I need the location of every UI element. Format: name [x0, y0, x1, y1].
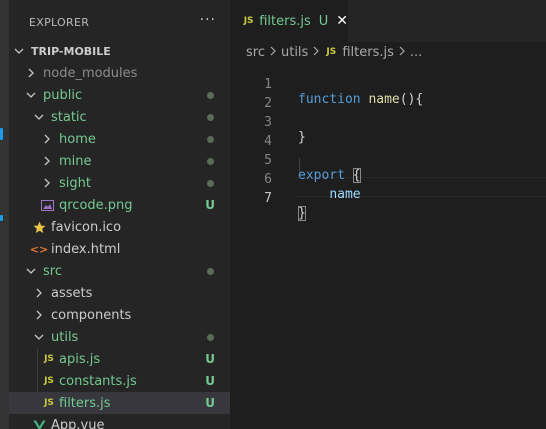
code-line[interactable]: 2 [230, 81, 546, 111]
tree-item-src[interactable]: src [9, 260, 230, 282]
tree-item-label: assets [51, 285, 93, 301]
js-file-icon: JS [44, 376, 54, 386]
tree-item-label: apis.js [59, 351, 101, 367]
tree-item-label: src [43, 263, 62, 279]
line-number: 7 [264, 191, 272, 206]
editor-area: JS filters.js U ✕ src utils JS filters.j… [230, 0, 546, 429]
tree-item-label: static [51, 109, 87, 125]
js-file-icon: JS [44, 354, 54, 364]
code-line[interactable]: 7 } [230, 176, 546, 221]
tree-item-public[interactable]: public [9, 84, 230, 106]
breadcrumb-item[interactable]: utils [281, 45, 308, 60]
code-line[interactable]: 4 [230, 119, 546, 149]
chevron-down-icon [13, 46, 25, 56]
tree-item-node-modules[interactable]: node_modules [9, 62, 230, 84]
tree-item-label: mine [59, 153, 92, 169]
chevron-down-icon [33, 112, 45, 122]
tree-item-label: node_modules [43, 65, 138, 81]
tree-item-static[interactable]: static [9, 106, 230, 128]
chevron-right-icon [41, 156, 53, 166]
chevron-right-icon [269, 46, 277, 59]
tree-item-label: favicon.ico [51, 219, 122, 235]
html-file-icon: <> [29, 242, 49, 256]
code-line[interactable]: 3 } [230, 100, 546, 145]
tree-item-label: utils [51, 329, 79, 345]
git-modified-dot [207, 157, 214, 165]
tree-item-qrcode[interactable]: qrcode.png U [9, 194, 230, 216]
git-modified-dot [207, 135, 214, 143]
js-file-icon: JS [326, 47, 337, 57]
activity-bar-edge [0, 0, 9, 429]
js-file-icon: JS [243, 16, 254, 26]
bracket-match: } [298, 206, 306, 221]
git-modified-dot [207, 267, 214, 275]
git-modified-dot [207, 113, 214, 121]
tree-item-label: constants.js [59, 373, 137, 389]
tab-filters-js[interactable]: JS filters.js U ✕ [230, 0, 348, 42]
activity-indicator [0, 215, 3, 221]
tree-item-constants-js[interactable]: JS constants.js U [9, 370, 230, 392]
tree-item-app-vue[interactable]: App.vue [9, 414, 230, 429]
tree-item-label: index.html [51, 241, 121, 257]
tree-item-utils[interactable]: utils [9, 326, 230, 348]
chevron-right-icon [33, 288, 45, 298]
tab-label: filters.js [259, 13, 311, 29]
git-untracked-badge: U [205, 352, 215, 366]
code-line[interactable]: 6 name [230, 157, 546, 202]
git-untracked-badge: U [318, 13, 329, 29]
git-untracked-badge: U [205, 198, 215, 212]
image-file-icon [39, 199, 55, 211]
tree-item-filters-js[interactable]: JS filters.js U [9, 392, 230, 414]
project-root[interactable]: TRIP-MOBILE [9, 40, 230, 62]
chevron-down-icon [25, 90, 37, 100]
close-icon[interactable]: ✕ [336, 13, 348, 29]
vue-file-icon [31, 420, 47, 429]
code-line[interactable]: 1 function name(){ [230, 62, 546, 107]
chevron-right-icon [312, 46, 320, 59]
explorer-sidebar: EXPLORER ··· TRIP-MOBILE node_modules pu… [9, 0, 230, 429]
star-icon [31, 221, 47, 234]
git-untracked-badge: U [205, 396, 215, 410]
explorer-title: EXPLORER [29, 16, 90, 29]
code-line[interactable]: 5 export { [230, 138, 546, 183]
tree-item-favicon[interactable]: favicon.ico [9, 216, 230, 238]
chevron-down-icon [33, 332, 45, 342]
tree-item-label: components [51, 307, 132, 323]
breadcrumb-item[interactable]: filters.js [342, 45, 394, 60]
git-untracked-badge: U [205, 374, 215, 388]
chevron-down-icon [25, 266, 37, 276]
git-modified-dot [207, 179, 214, 187]
breadcrumb-item[interactable]: src [246, 45, 265, 60]
git-modified-dot [207, 91, 214, 99]
tree-item-sight[interactable]: sight [9, 172, 230, 194]
chevron-right-icon [398, 46, 406, 59]
activity-indicator [0, 128, 3, 140]
tab-bar: JS filters.js U ✕ [230, 0, 546, 42]
git-modified-dot [207, 333, 214, 341]
tree-item-label: home [59, 131, 96, 147]
more-actions-icon[interactable]: ··· [200, 12, 216, 28]
tree-item-label: qrcode.png [59, 197, 133, 213]
tree-item-assets[interactable]: assets [9, 282, 230, 304]
tree-item-label: filters.js [59, 395, 111, 411]
chevron-right-icon [33, 310, 45, 320]
breadcrumb-item[interactable]: ... [410, 45, 422, 60]
tree-item-label: sight [59, 175, 91, 191]
tree-item-mine[interactable]: mine [9, 150, 230, 172]
tree-item-home[interactable]: home [9, 128, 230, 150]
breadcrumb: src utils JS filters.js ... [246, 43, 422, 61]
tree-item-apis-js[interactable]: JS apis.js U [9, 348, 230, 370]
chevron-right-icon [41, 178, 53, 188]
tree-item-index-html[interactable]: <> index.html [9, 238, 230, 260]
chevron-right-icon [25, 68, 37, 78]
chevron-right-icon [41, 134, 53, 144]
tree-item-components[interactable]: components [9, 304, 230, 326]
tree-item-label: App.vue [51, 417, 105, 429]
tree-item-label: public [43, 87, 83, 103]
js-file-icon: JS [44, 398, 54, 408]
project-name: TRIP-MOBILE [31, 44, 111, 58]
explorer-header: EXPLORER ··· [9, 0, 230, 44]
